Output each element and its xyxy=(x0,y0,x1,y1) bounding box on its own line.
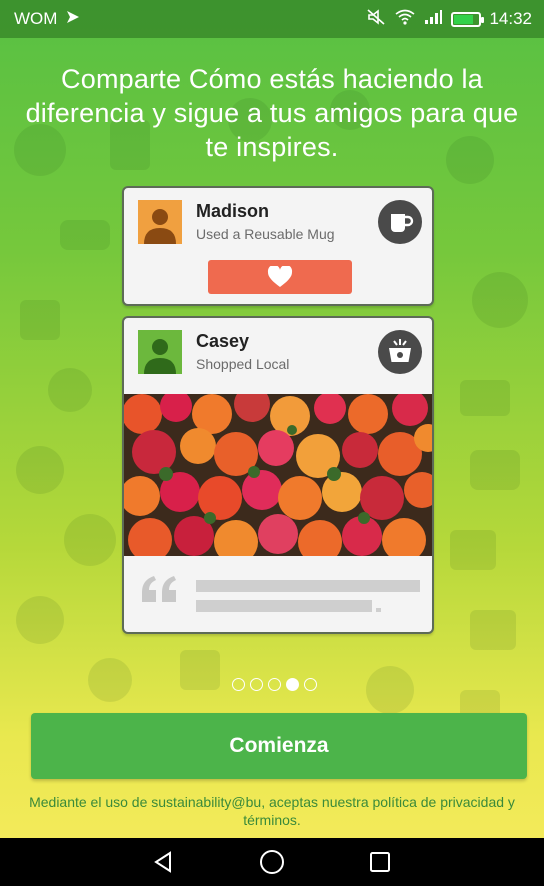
carrier-label: WOM xyxy=(14,9,58,28)
card-user-name: Madison xyxy=(196,201,270,221)
placeholder-text-line xyxy=(196,580,420,592)
tomatoes-photo xyxy=(124,394,432,556)
cast-icon xyxy=(65,9,81,29)
page-dot-4-active[interactable] xyxy=(286,678,299,691)
pagination-dots xyxy=(232,678,317,691)
navigation-bar xyxy=(0,838,544,886)
page-dot-3[interactable] xyxy=(268,678,281,691)
battery-icon xyxy=(451,11,485,27)
signal-icon xyxy=(423,9,443,30)
page-dot-1[interactable] xyxy=(232,678,245,691)
placeholder-text-line xyxy=(196,600,372,612)
home-icon[interactable] xyxy=(252,842,292,882)
avatar xyxy=(138,200,182,244)
recents-icon[interactable] xyxy=(360,842,400,882)
headline: Comparte Cómo estás haciendo la diferenc… xyxy=(25,64,519,162)
card-action-text: Used a Reusable Mug xyxy=(196,226,335,242)
mug-icon xyxy=(378,200,422,244)
feed-card-madison: Madison Used a Reusable Mug xyxy=(122,186,434,306)
card-action-text: Shopped Local xyxy=(196,356,290,372)
onboarding-screen: WOM 14:32 Comparte Cómo estás haciendo l… xyxy=(0,0,544,838)
quote-icon xyxy=(142,576,176,602)
clock: 14:32 xyxy=(489,9,532,28)
legal-text[interactable]: Mediante el uso de sustainability@bu, ac… xyxy=(20,793,524,829)
placeholder-text-dot xyxy=(376,608,381,612)
status-bar: WOM 14:32 xyxy=(0,0,544,38)
card-user-name: Casey xyxy=(196,331,250,351)
page-dot-5[interactable] xyxy=(304,678,317,691)
back-icon[interactable] xyxy=(144,842,184,882)
wifi-icon xyxy=(395,9,415,30)
page-dot-2[interactable] xyxy=(250,678,263,691)
mute-icon xyxy=(367,8,387,30)
feed-card-casey: Casey Shopped Local xyxy=(122,316,434,634)
start-button[interactable]: Comienza xyxy=(31,713,527,779)
heart-icon xyxy=(267,266,293,287)
avatar xyxy=(138,330,182,374)
shopping-basket-icon xyxy=(378,330,422,374)
like-button[interactable] xyxy=(208,260,352,294)
